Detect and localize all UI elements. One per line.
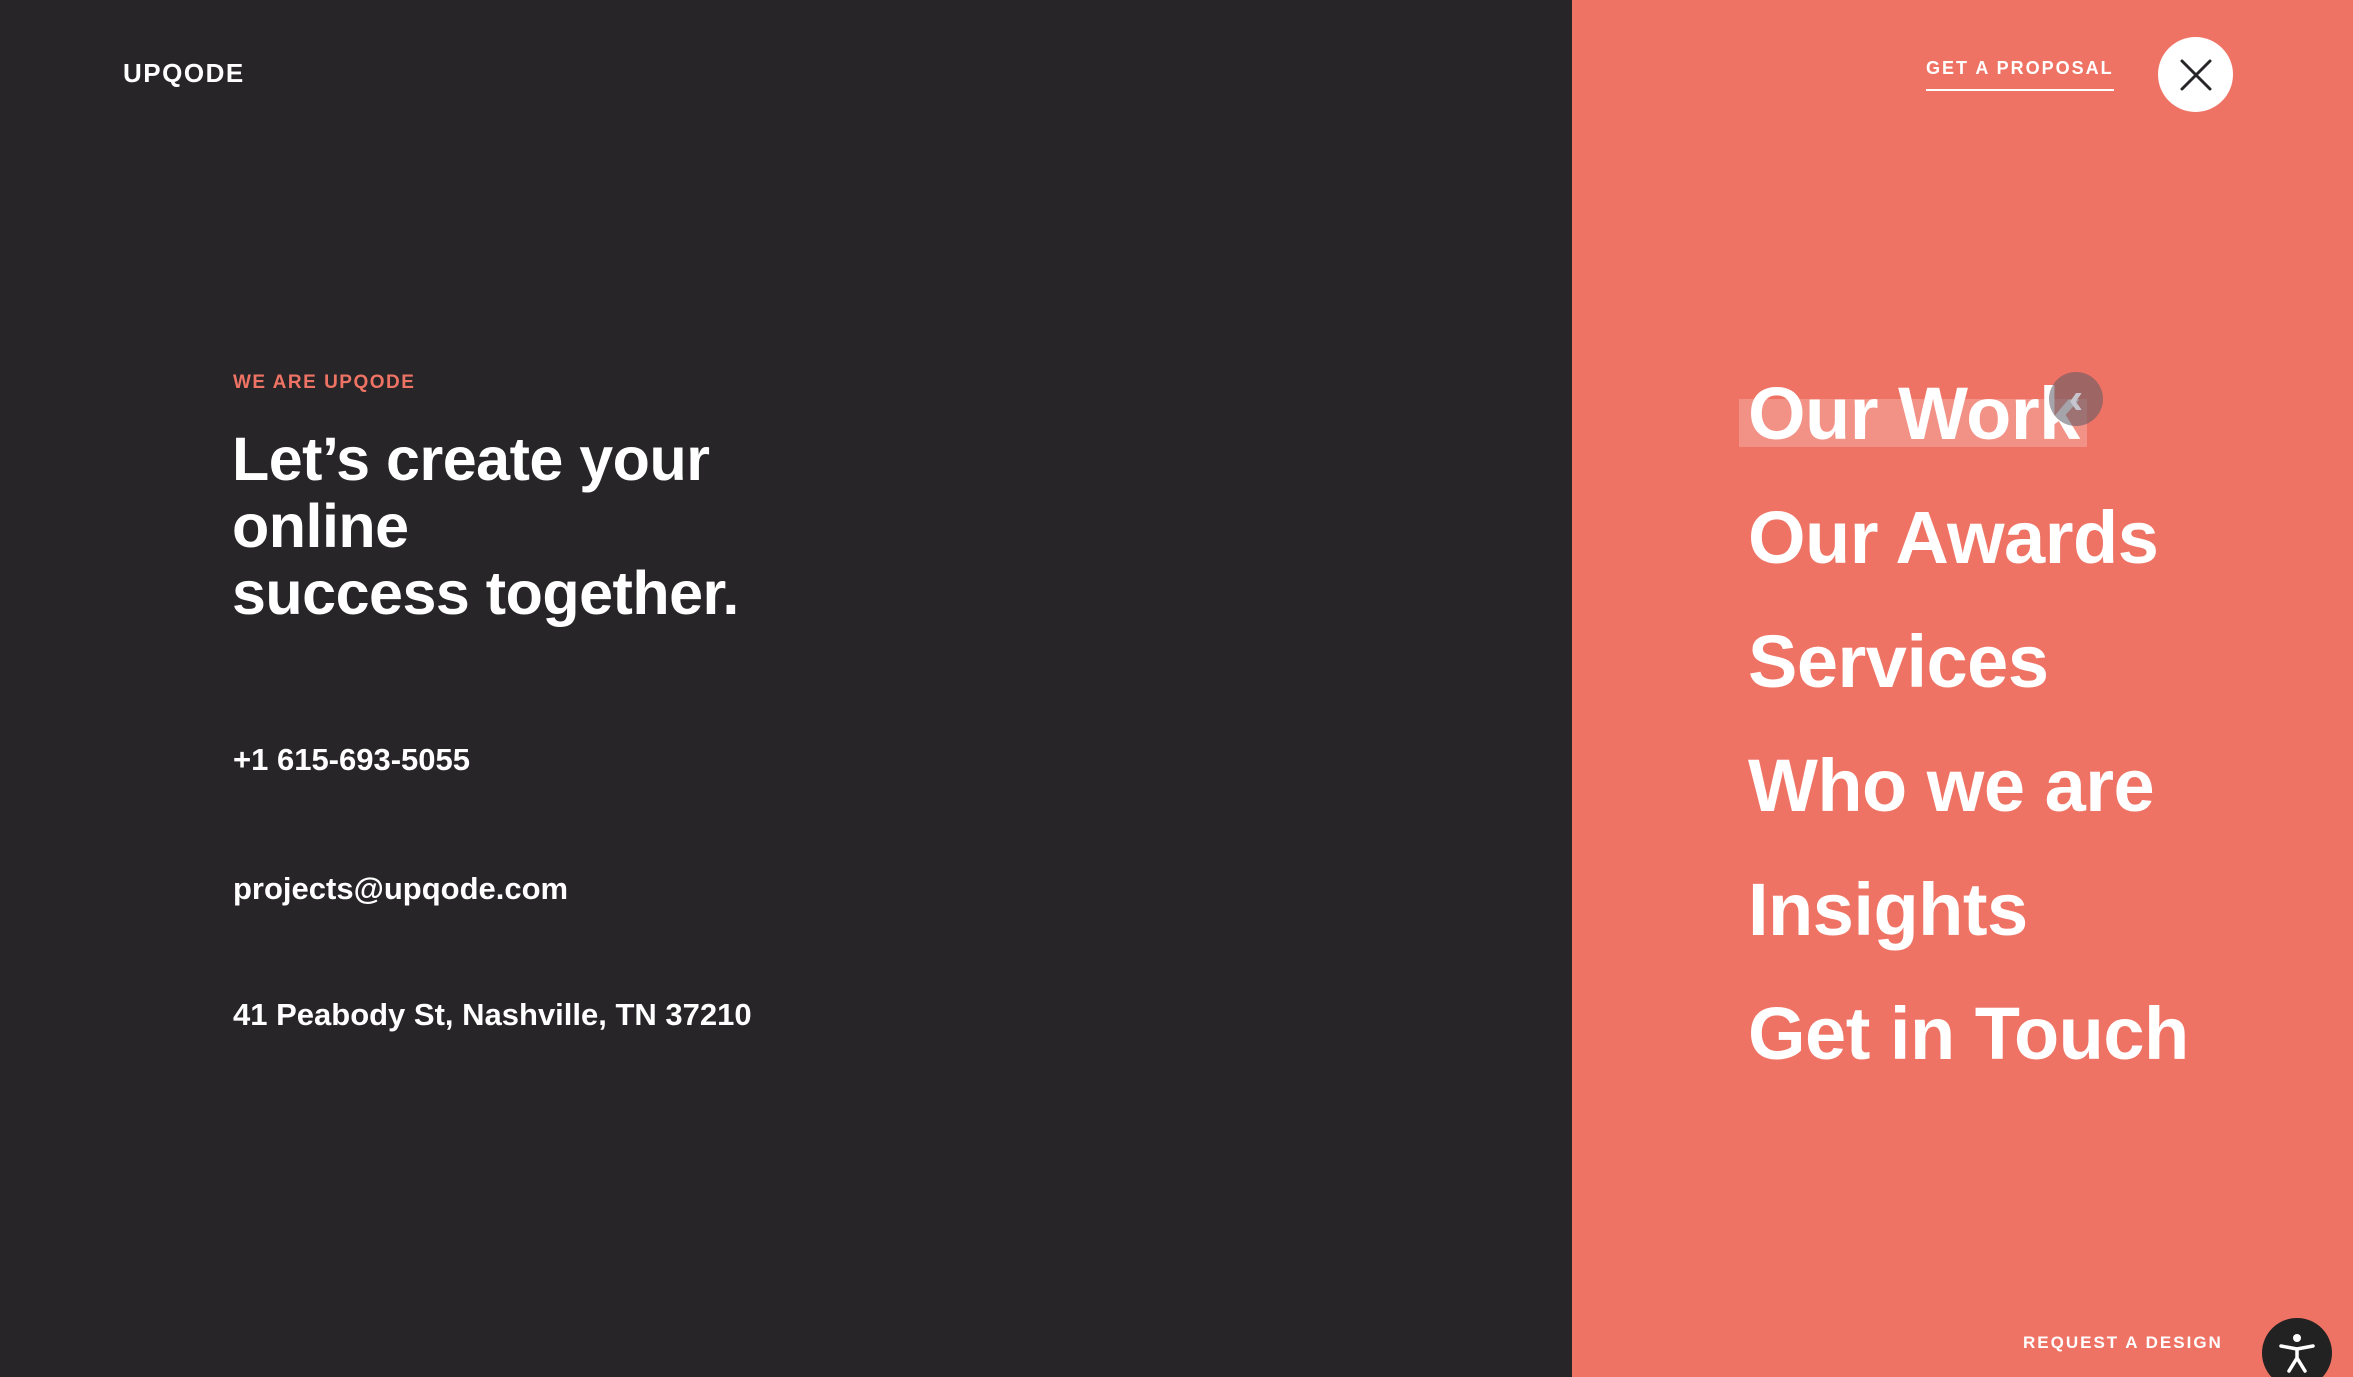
- nav-item-our-work[interactable]: Our Work: [1748, 352, 2189, 476]
- hero-headline: Let’s create your online success togethe…: [232, 426, 952, 627]
- main-navigation: Our Work Our Awards Services Who we are …: [1748, 352, 2189, 1096]
- nav-item-who-we-are[interactable]: Who we are: [1748, 724, 2189, 848]
- hero-headline-line-1: Let’s create your: [232, 425, 710, 493]
- accessibility-icon: [2279, 1334, 2315, 1373]
- phone-link[interactable]: +1 615-693-5055: [233, 742, 470, 778]
- get-proposal-link[interactable]: GET A PROPOSAL: [1926, 58, 2114, 91]
- menu-overlay: UPQODE WE ARE UPQODE Let’s create your o…: [0, 0, 2353, 1377]
- nav-item-services[interactable]: Services: [1748, 600, 2189, 724]
- custom-cursor: ‹: [2049, 372, 2103, 426]
- hero-eyebrow: WE ARE UPQODE: [233, 372, 416, 393]
- close-icon: [2180, 59, 2211, 90]
- close-menu-button[interactable]: [2158, 37, 2233, 112]
- request-design-link[interactable]: REQUEST A DESIGN: [2023, 1333, 2223, 1353]
- site-logo[interactable]: UPQODE: [123, 58, 245, 89]
- nav-item-our-awards[interactable]: Our Awards: [1748, 476, 2189, 600]
- hero-headline-line-2: online: [232, 492, 409, 560]
- nav-item-insights[interactable]: Insights: [1748, 848, 2189, 972]
- email-link[interactable]: projects@upqode.com: [233, 871, 568, 907]
- cursor-chevron-left-icon: ‹: [2068, 374, 2084, 423]
- address-text: 41 Peabody St, Nashville, TN 37210: [233, 997, 752, 1032]
- nav-item-get-in-touch[interactable]: Get in Touch: [1748, 972, 2189, 1096]
- hero-headline-line-3: success together.: [232, 559, 739, 627]
- contact-panel: UPQODE WE ARE UPQODE Let’s create your o…: [0, 0, 1572, 1377]
